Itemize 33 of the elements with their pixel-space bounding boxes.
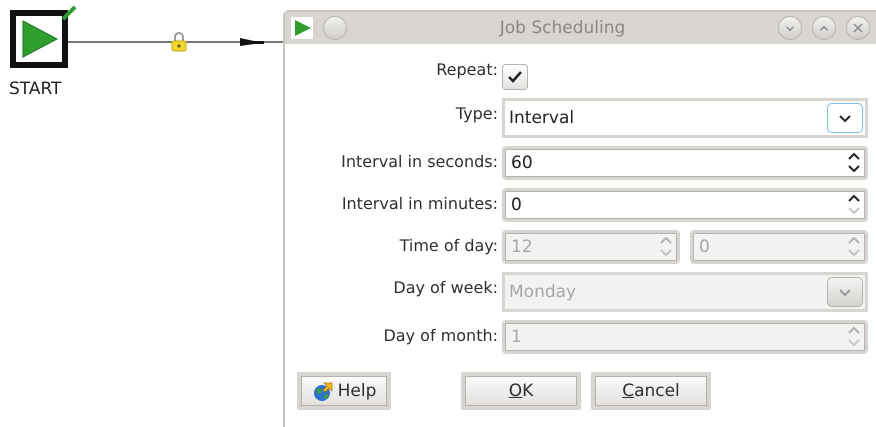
spin-field[interactable]: 0 [502, 188, 868, 222]
chevron-down-icon [785, 24, 795, 32]
close-icon [853, 23, 863, 33]
dropdown-value: Monday [509, 282, 578, 302]
chevron-up-icon [819, 24, 829, 32]
globe-icon [312, 380, 334, 402]
chevron-down-icon [838, 288, 852, 296]
checkmark-icon [507, 70, 523, 84]
close-button[interactable] [846, 16, 870, 40]
field-label: Time of day: [398, 235, 498, 257]
dropdown-button[interactable] [827, 103, 863, 133]
maximize-button[interactable] [812, 16, 836, 40]
dropdown[interactable]: Interval [502, 98, 868, 138]
cancel-button[interactable]: Cancel [591, 372, 711, 410]
minimize-button[interactable] [778, 16, 802, 40]
menu-button[interactable] [323, 16, 347, 40]
start-node[interactable] [10, 10, 68, 68]
spin-field[interactable]: 60 [502, 146, 868, 180]
field-label: Interval in minutes: [340, 193, 498, 215]
field-label: Interval in seconds: [340, 151, 498, 173]
play-icon [291, 17, 313, 39]
field-label: Day of month: [382, 325, 498, 347]
hop-arrow[interactable] [68, 36, 283, 48]
repeat-checkbox[interactable] [502, 64, 528, 90]
chevron-down-icon [838, 114, 852, 122]
field-label: Type: [454, 103, 498, 125]
node-label: START [9, 79, 62, 99]
ok-button[interactable]: OK [461, 372, 581, 410]
help-button[interactable]: Help [297, 372, 391, 410]
field-label: Repeat: [435, 59, 498, 81]
field-label: Day of week: [392, 277, 498, 299]
dropdown-value: Interval [509, 108, 576, 128]
window-title: Job Scheduling [498, 18, 626, 38]
